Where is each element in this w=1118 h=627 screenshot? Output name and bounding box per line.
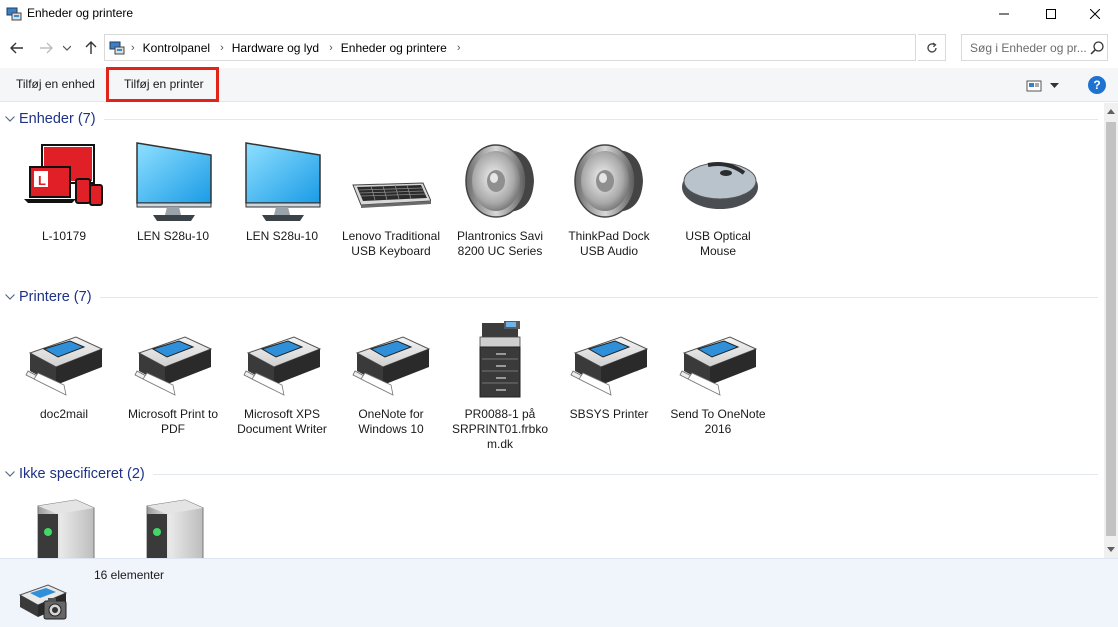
printer-icon [133,319,213,399]
maximize-button[interactable] [1028,0,1074,28]
printer-label: OneNote for Windows 10 [358,407,424,436]
keyboard-icon [351,141,431,221]
chevron-right-icon: › [456,42,461,54]
close-button[interactable] [1072,0,1118,28]
navigation-bar: › Kontrolpanel › Hardware og lyd › Enhed… [0,28,1118,68]
printer-label: Microsoft XPS Document Writer [237,407,327,436]
forward-button[interactable] [35,37,57,59]
up-button[interactable] [80,37,102,59]
monitor-icon [133,141,213,221]
printer-icon [351,319,431,399]
scroll-down-button[interactable] [1104,541,1118,558]
item-count: 16 elementer [94,568,165,582]
arrow-left-icon [10,42,23,54]
chevron-right-icon: › [329,42,333,54]
scroll-thumb[interactable] [1106,122,1116,536]
title-bar: Enheder og printere [0,0,1118,28]
add-device-button[interactable]: Tilføj en enhed [16,77,95,91]
group-divider [103,118,1098,120]
vertical-scrollbar[interactable] [1104,103,1118,558]
device-label: LEN S28u-10 [245,229,319,243]
printer-label: Microsoft Print to PDF [127,407,219,436]
printer-camera-icon [18,584,68,620]
group-header-printers[interactable]: Printere (7) [4,287,1098,307]
printer-label: PR0088-1 på SRPRINT01.frbkom.dk [451,407,549,451]
printer-icon [569,319,649,399]
breadcrumb-devices-printers[interactable]: Enheder og printere [341,41,447,55]
breadcrumb-hardware[interactable]: Hardware og lyd [232,41,319,55]
view-icon [1026,80,1042,92]
search-icon [1090,41,1104,55]
control-panel-icon [109,41,125,55]
close-icon [1090,9,1100,19]
mouse-icon [678,141,758,221]
chevron-down-icon [1050,83,1059,88]
details-pane: 16 elementer [0,558,1118,627]
printer-label: SBSYS Printer [569,407,649,421]
printer-label: doc2mail [39,407,89,421]
recent-locations-button[interactable] [60,37,74,59]
printer-label: Send To OneNote 2016 [670,407,766,436]
maximize-icon [1046,9,1056,19]
group-title: Printere (7) [19,289,92,305]
back-button[interactable] [6,37,28,59]
group-title: Enheder (7) [19,111,96,127]
group-header-unspecified[interactable]: Ikke specificeret (2) [4,464,1098,484]
scroll-up-button[interactable] [1104,103,1118,120]
items-view: Enheder (7) L-10179 LEN S28u-10 LEN S28u… [0,103,1104,558]
device-label: Lenovo Traditional USB Keyboard [341,229,441,258]
command-bar: Tilføj en enhed Tilføj en printer ? [0,68,1118,102]
address-bar[interactable]: › Kontrolpanel › Hardware og lyd › Enhed… [104,34,1006,61]
chevron-down-icon [1107,547,1115,552]
chevron-down-icon [63,45,71,51]
printer-icon [24,319,104,399]
group-header-devices[interactable]: Enheder (7) [4,109,1098,129]
chevron-up-icon [1107,109,1115,114]
search-box[interactable]: Søg i Enheder og pr... [961,34,1108,61]
window-title: Enheder og printere [27,6,134,20]
device-label: USB Optical Mouse [685,229,751,258]
minimize-button[interactable] [981,0,1027,28]
server-icon [24,496,104,558]
server-icon [133,496,213,558]
refresh-button[interactable] [918,34,946,61]
arrow-right-icon [40,42,53,54]
change-view-button[interactable] [1026,78,1064,94]
device-label: LEN S28u-10 [136,229,210,243]
group-divider [152,473,1098,475]
breadcrumb: › Kontrolpanel › Hardware og lyd › Enhed… [131,41,469,55]
copier-icon [460,319,540,399]
refresh-icon [926,41,937,53]
chevron-down-icon [4,113,16,125]
chevron-down-icon [4,468,16,480]
breadcrumb-kontrolpanel[interactable]: Kontrolpanel [143,41,210,55]
monitor-icon [242,141,322,221]
minimize-icon [999,13,1009,15]
add-printer-button[interactable]: Tilføj en printer [124,77,204,91]
search-input[interactable]: Søg i Enheder og pr... [970,41,1088,55]
speaker-icon [460,141,540,221]
group-divider [99,296,1098,298]
devices-printers-icon [6,7,22,21]
device-label: ThinkPad Dock USB Audio [568,229,650,258]
speaker-icon [569,141,649,221]
device-label: Plantronics Savi 8200 UC Series [456,229,544,258]
printer-icon [242,319,322,399]
laptop-devices-icon [24,141,104,221]
printer-icon [678,319,758,399]
chevron-right-icon: › [220,42,224,54]
group-title: Ikke specificeret (2) [19,466,145,482]
arrow-up-icon [85,41,97,54]
device-label: L-10179 [41,229,87,243]
chevron-right-icon: › [131,42,135,54]
chevron-down-icon [4,291,16,303]
help-button[interactable]: ? [1088,76,1106,94]
